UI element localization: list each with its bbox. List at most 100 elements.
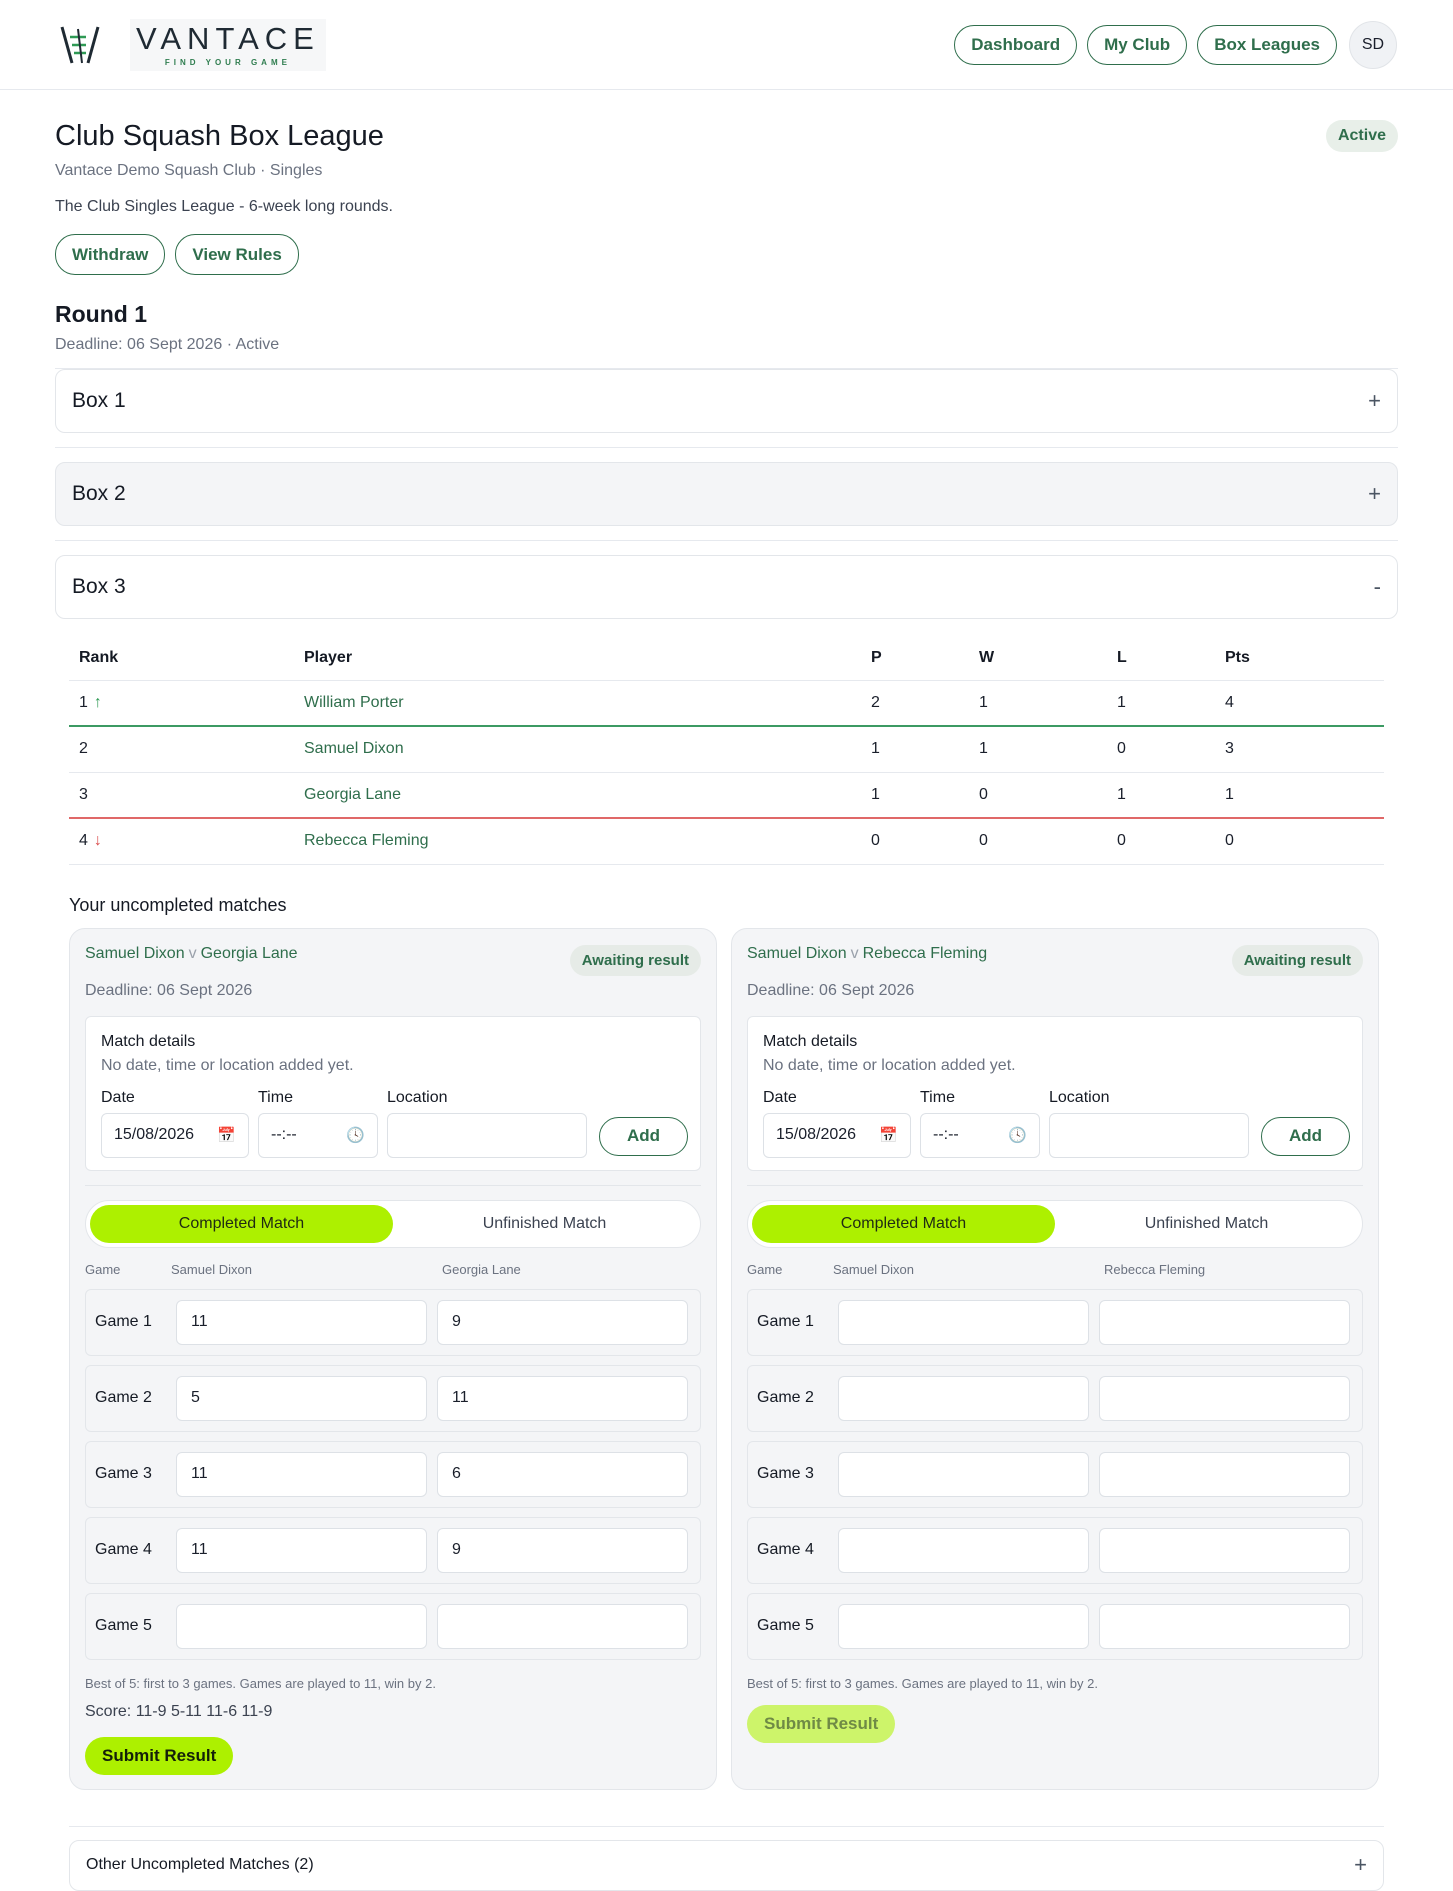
player-b-score-input[interactable] [1099, 1451, 1350, 1497]
unfinished-match-option[interactable]: Unfinished Match [393, 1205, 696, 1243]
player-b-score-input[interactable]: 11 [437, 1375, 688, 1421]
location-group: Location [387, 1089, 587, 1158]
completed-match-option[interactable]: Completed Match [90, 1204, 393, 1243]
withdraw-button[interactable]: Withdraw [55, 234, 166, 275]
player-a-score-input[interactable]: 11 [176, 1527, 427, 1573]
other-matches-label: Other Uncompleted Matches (2) [86, 1856, 314, 1873]
played-cell: 2 [861, 680, 969, 727]
game-row: Game 2 [747, 1364, 1363, 1432]
expand-icon[interactable]: + [1354, 1852, 1367, 1878]
player-b-score-input[interactable] [1099, 1527, 1350, 1573]
add-details-button[interactable]: Add [599, 1116, 688, 1156]
player-link[interactable]: Rebecca Fleming [294, 818, 861, 865]
box-2-accordion[interactable]: Box 2 + [55, 462, 1398, 526]
player-a-score-input[interactable] [176, 1603, 427, 1649]
player-b-score-input[interactable] [1099, 1299, 1350, 1345]
brand-tagline: FIND YOUR GAME [164, 57, 291, 67]
points-cell: 3 [1215, 726, 1384, 773]
user-avatar[interactable]: SD [1349, 20, 1397, 69]
location-input[interactable] [1049, 1112, 1249, 1158]
expand-icon[interactable]: + [1368, 388, 1381, 414]
time-input[interactable]: --:-- 🕓 [920, 1112, 1040, 1158]
player-a-link[interactable]: Samuel Dixon [747, 945, 847, 962]
main-content: Club Squash Box League Active Vantace De… [0, 90, 1453, 1891]
col-points: Pts [1215, 647, 1384, 681]
game-row: Game 1 [747, 1288, 1363, 1356]
player-a-link[interactable]: Samuel Dixon [85, 945, 185, 962]
main-nav: Dashboard My Club Box Leagues SD [954, 20, 1397, 69]
time-input[interactable]: --:-- 🕓 [258, 1112, 378, 1158]
match-deadline: Deadline: 06 Sept 2026 [85, 981, 253, 999]
player-a-score-input[interactable] [838, 1603, 1089, 1649]
date-value: 15/08/2026 [114, 1126, 195, 1143]
player-a-score-input[interactable]: 11 [176, 1299, 427, 1345]
player-b-score-input[interactable] [437, 1603, 688, 1649]
clock-icon[interactable]: 🕓 [346, 1126, 365, 1144]
calendar-icon[interactable]: 📅 [217, 1126, 236, 1144]
date-input[interactable]: 15/08/2026 📅 [763, 1112, 911, 1158]
box-3-accordion[interactable]: Box 3 - [55, 555, 1398, 619]
player-link[interactable]: William Porter [294, 680, 861, 727]
brand[interactable]: VANTACE FIND YOUR GAME [60, 18, 326, 71]
nav-dashboard-button[interactable]: Dashboard [954, 24, 1078, 65]
nav-my-club-button[interactable]: My Club [1087, 24, 1188, 65]
rank-value: 3 [79, 785, 88, 803]
player-b-score-input[interactable] [1099, 1603, 1350, 1649]
game-label: Game 3 [757, 1465, 814, 1482]
player-link[interactable]: Georgia Lane [294, 772, 861, 819]
player-a-score-input[interactable] [838, 1375, 1089, 1421]
player-a-score-input[interactable] [838, 1299, 1089, 1345]
add-details-button[interactable]: Add [1261, 1116, 1350, 1156]
expand-icon[interactable]: + [1368, 481, 1381, 507]
player-b-score-input[interactable]: 9 [437, 1527, 688, 1573]
player-a-score-input[interactable] [838, 1527, 1089, 1573]
match-card: Samuel Dixon v Rebecca Fleming Awaiting re… [731, 927, 1379, 1790]
status-badge: Active [1325, 120, 1398, 152]
submit-result-button[interactable]: Submit Result [85, 1736, 234, 1775]
calendar-icon[interactable]: 📅 [879, 1126, 898, 1144]
player-b-score-input[interactable] [1099, 1375, 1350, 1421]
location-input[interactable] [387, 1112, 587, 1158]
view-rules-button[interactable]: View Rules [175, 234, 299, 275]
completed-match-option[interactable]: Completed Match [752, 1204, 1055, 1243]
played-cell: 1 [861, 726, 969, 773]
match-card: Samuel Dixon v Georgia Lane Awaiting resul… [69, 927, 717, 1790]
game-label: Game 5 [95, 1617, 152, 1634]
wordmark: VANTACE FIND YOUR GAME [130, 18, 326, 71]
clock-icon[interactable]: 🕓 [1008, 1126, 1027, 1144]
date-input[interactable]: 15/08/2026 📅 [101, 1112, 249, 1158]
game-label: Game 3 [95, 1465, 152, 1482]
lost-cell: 0 [1107, 818, 1215, 865]
table-row: 3 Georgia Lane 1 0 1 1 [69, 772, 1384, 819]
table-header-row: Rank Player P W L Pts [69, 647, 1384, 681]
player-a-score-input[interactable]: 5 [176, 1375, 427, 1421]
box-1-accordion[interactable]: Box 1 + [55, 369, 1398, 433]
nav-box-leagues-button[interactable]: Box Leagues [1197, 24, 1337, 65]
player-link[interactable]: Samuel Dixon [294, 726, 861, 773]
uncompleted-matches-title: Your uncompleted matches [69, 894, 287, 915]
player-b-score-input[interactable]: 9 [437, 1299, 688, 1345]
player-a-score-input[interactable]: 11 [176, 1451, 427, 1497]
match-header: Samuel Dixon v Rebecca Fleming Awaiting re… [747, 944, 1363, 976]
player-b-link[interactable]: Georgia Lane [201, 945, 298, 962]
game-col-label: Game [747, 1261, 783, 1277]
unfinished-match-option[interactable]: Unfinished Match [1055, 1205, 1358, 1243]
rank-value: 1 [79, 693, 88, 711]
round-meta: Deadline: 06 Sept 2026 · Active [55, 336, 280, 353]
player-b-score-input[interactable]: 6 [437, 1451, 688, 1497]
match-details-panel: Match details No date, time or location … [85, 1015, 701, 1171]
game-label: Game 2 [757, 1389, 814, 1406]
games-list: Game 1 Game 2 Game 3 Game 4 Game 5 [747, 1288, 1363, 1660]
page-title: Club Squash Box League [55, 120, 384, 152]
date-label: Date [101, 1088, 135, 1106]
scoring-hint: Best of 5: first to 3 games. Games are p… [747, 1675, 1098, 1691]
other-matches-accordion[interactable]: Other Uncompleted Matches (2) + [69, 1839, 1384, 1891]
game-col-label: Game [85, 1261, 121, 1277]
player-b-link[interactable]: Rebecca Fleming [863, 945, 988, 962]
collapse-icon[interactable]: - [1374, 574, 1381, 600]
submit-result-button[interactable]: Submit Result [747, 1704, 896, 1743]
player-a-col-label: Samuel Dixon [171, 1261, 252, 1277]
player-a-score-input[interactable] [838, 1451, 1089, 1497]
lost-cell: 1 [1107, 680, 1215, 727]
match-details-panel: Match details No date, time or location … [747, 1015, 1363, 1171]
